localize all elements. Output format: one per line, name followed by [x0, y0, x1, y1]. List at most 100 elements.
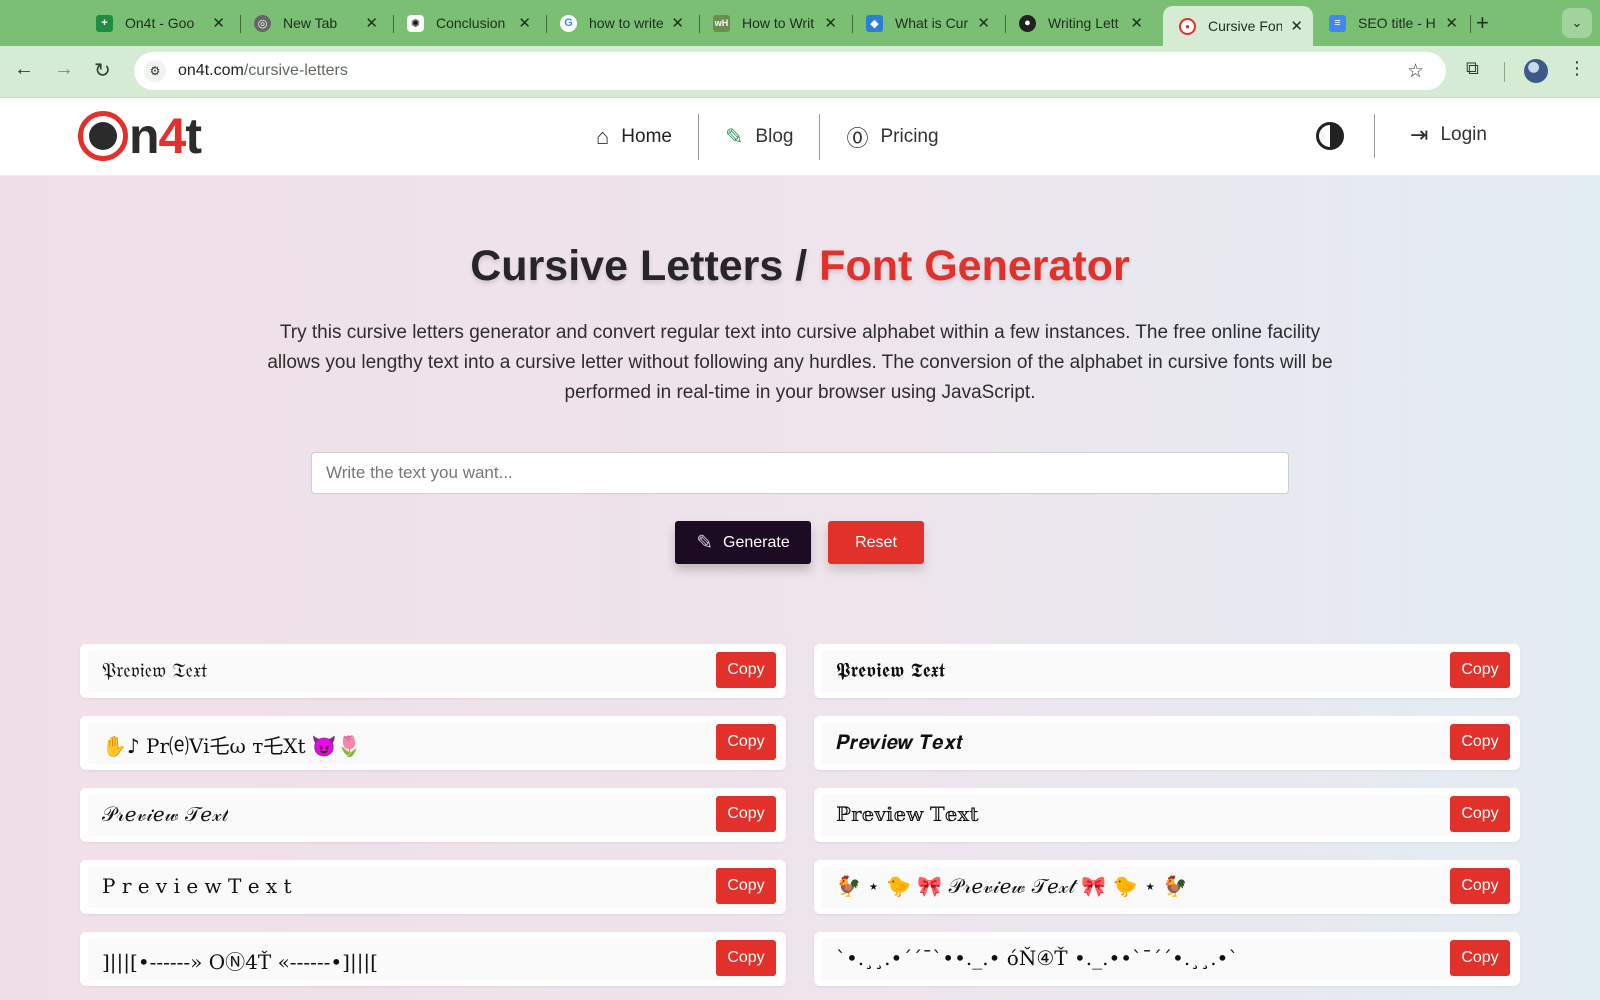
- result-preview-text: ℙ𝕣𝕖𝕧𝕚𝕖𝕨 𝕋𝕖𝕩𝕥: [836, 802, 979, 826]
- close-icon[interactable]: ✕: [1130, 14, 1143, 32]
- copy-button[interactable]: Copy: [716, 796, 776, 832]
- edit-square-icon: ✎: [696, 532, 714, 554]
- result-preview-text: 🐓 ⋆ 🐤 🎀 𝒫𝓇𝑒𝓋𝒾𝑒𝓌 𝒯𝑒𝓍𝓉 🎀 🐤 ⋆ 🐓: [836, 874, 1188, 898]
- result-preview-text: ✋♪ Pr⒠Vi乇ω т乇Xt 😈🌷: [102, 734, 362, 758]
- result-preview-text: 𝕻𝖗𝖊𝖛𝖎𝖊𝖜 𝕿𝖊𝖝𝖙: [836, 658, 945, 682]
- openai-icon: ✺: [407, 14, 424, 32]
- generate-button[interactable]: ✎ Generate: [675, 521, 811, 564]
- result-card: `•.¸¸.•´´¯`••._.• óŇ④Ť •._.••`¯´´•.¸¸.•`…: [814, 932, 1520, 986]
- nav-label: Home: [621, 126, 672, 147]
- reload-icon[interactable]: ↻: [94, 58, 111, 83]
- forward-arrow-icon[interactable]: →: [54, 58, 74, 81]
- close-icon[interactable]: ✕: [671, 14, 684, 32]
- browser-tab[interactable]: ◎ New Tab ✕: [238, 8, 388, 38]
- google-icon: G: [560, 14, 577, 32]
- main-nav: ⌂ Home ✎ Blog ⓪ Pricing: [570, 112, 965, 162]
- result-card: 𝑷𝒓𝒆𝒗𝒊𝒆𝒘 𝑻𝒆𝒙𝒕 Copy: [814, 716, 1520, 770]
- tab-title: Cursive Fon: [1208, 18, 1283, 34]
- browser-tab[interactable]: ◆ What is Cur ✕: [850, 8, 1000, 38]
- logo-ring-icon: [78, 111, 128, 161]
- dollar-coin-icon: ⓪: [846, 126, 869, 151]
- sheets-icon: +: [96, 14, 113, 32]
- text-input[interactable]: [311, 452, 1289, 494]
- docs-icon: ≡: [1329, 14, 1346, 32]
- close-icon[interactable]: ✕: [824, 14, 837, 32]
- browser-toolbar: ← → ↻ ⚙ on4t.com/cursive-letters ☆ ⧉ ⋮: [0, 46, 1600, 98]
- result-card: 𝔓𝔯𝔢𝔳𝔦𝔢𝔴 𝔗𝔢𝔵𝔱 Copy: [80, 644, 786, 698]
- close-icon[interactable]: ✕: [518, 14, 531, 32]
- kebab-menu-icon[interactable]: ⋮: [1568, 58, 1586, 79]
- tab-title: Conclusion: [436, 15, 506, 31]
- logo-text: n: [129, 108, 160, 164]
- copy-button[interactable]: Copy: [716, 868, 776, 904]
- nav-item-home[interactable]: ⌂ Home: [570, 115, 698, 159]
- toolbar-divider: [1504, 62, 1505, 82]
- site-header: n4t ⌂ Home ✎ Blog ⓪ Pricing ⇥ Login: [0, 98, 1600, 176]
- copy-button[interactable]: Copy: [716, 940, 776, 976]
- result-card: 🐓 ⋆ 🐤 🎀 𝒫𝓇𝑒𝓋𝒾𝑒𝓌 𝒯𝑒𝓍𝓉 🎀 🐤 ⋆ 🐓 Copy: [814, 860, 1520, 914]
- extensions-puzzle-icon[interactable]: ⧉: [1466, 58, 1479, 79]
- url-path: /cursive-letters: [243, 62, 348, 79]
- header-divider: [1374, 114, 1375, 158]
- nav-label: Blog: [755, 126, 794, 147]
- result-preview-text: 𝔓𝔯𝔢𝔳𝔦𝔢𝔴 𝔗𝔢𝔵𝔱: [102, 658, 208, 682]
- tab-title: Writing Lett: [1048, 15, 1119, 31]
- copy-button[interactable]: Copy: [1450, 796, 1510, 832]
- new-tab-plus-icon[interactable]: +: [1476, 10, 1489, 36]
- tab-title: SEO title - H: [1358, 15, 1436, 31]
- url-text[interactable]: on4t.com/cursive-letters: [178, 62, 348, 80]
- page-title-accent: Font Generator: [819, 242, 1130, 290]
- copy-button[interactable]: Copy: [716, 652, 776, 688]
- tab-divider: [1470, 15, 1471, 33]
- logo-text: t: [185, 108, 202, 164]
- nav-item-blog[interactable]: ✎ Blog: [699, 115, 819, 159]
- result-preview-text: 𝒫𝓇𝑒𝓋𝒾𝑒𝓌 𝒯𝑒𝓍𝓉: [102, 802, 229, 826]
- result-preview-text: ]|||[•------» OⓃ4Ť «------•]|||[: [102, 950, 378, 974]
- browser-tab[interactable]: G how to write ✕: [544, 8, 694, 38]
- browser-tab[interactable]: ≡ SEO title - H ✕: [1313, 8, 1468, 38]
- close-icon[interactable]: ✕: [1290, 17, 1303, 35]
- theme-toggle-contrast-icon[interactable]: [1310, 116, 1350, 156]
- copy-button[interactable]: Copy: [1450, 724, 1510, 760]
- chrome-icon: ◎: [254, 14, 271, 32]
- page-title: Cursive Letters / Font Generator: [0, 242, 1600, 291]
- result-card: 𝕻𝖗𝖊𝖛𝖎𝖊𝖜 𝕿𝖊𝖝𝖙 Copy: [814, 644, 1520, 698]
- back-arrow-icon[interactable]: ←: [14, 58, 34, 81]
- tab-title: What is Cur: [895, 15, 969, 31]
- profile-avatar[interactable]: [1524, 59, 1548, 83]
- site-settings-icon[interactable]: ⚙: [144, 60, 166, 82]
- reset-button[interactable]: Reset: [828, 521, 924, 564]
- close-icon[interactable]: ✕: [365, 14, 378, 32]
- browser-tab[interactable]: + On4t - Goo ✕: [80, 8, 235, 38]
- result-card: ]|||[•------» OⓃ4Ť «------•]|||[ Copy: [80, 932, 786, 986]
- address-bar[interactable]: ⚙ on4t.com/cursive-letters ☆: [134, 52, 1446, 90]
- close-icon[interactable]: ✕: [977, 14, 990, 32]
- tab-search-chevron-icon[interactable]: ⌄: [1562, 8, 1592, 38]
- logo-text-accent: 4: [158, 108, 187, 164]
- result-card: ℙ𝕣𝕖𝕧𝕚𝕖𝕨 𝕋𝕖𝕩𝕥 Copy: [814, 788, 1520, 842]
- nav-item-pricing[interactable]: ⓪ Pricing: [820, 115, 964, 159]
- browser-tab[interactable]: wH How to Writ ✕: [697, 8, 847, 38]
- close-icon[interactable]: ✕: [1445, 14, 1458, 32]
- copy-button[interactable]: Copy: [716, 724, 776, 760]
- bookmark-star-icon[interactable]: ☆: [1407, 60, 1424, 83]
- login-link[interactable]: ⇥ Login: [1410, 122, 1487, 148]
- browser-tab-bar: + On4t - Goo ✕ ◎ New Tab ✕ ✺ Conclusion …: [0, 0, 1600, 46]
- page-description: Try this cursive letters generator and c…: [267, 322, 1333, 403]
- result-preview-text: P r e v i e w T e x t: [102, 874, 292, 898]
- browser-tab[interactable]: ● Writing Lett ✕: [1003, 8, 1153, 38]
- browser-tab-active[interactable]: ● Cursive Fon ✕: [1163, 6, 1313, 46]
- copy-button[interactable]: Copy: [1450, 652, 1510, 688]
- result-card: 𝒫𝓇𝑒𝓋𝒾𝑒𝓌 𝒯𝑒𝓍𝓉 Copy: [80, 788, 786, 842]
- avatar-icon: ●: [1019, 14, 1036, 32]
- result-preview-text: `•.¸¸.•´´¯`••._.• óŇ④Ť •._.••`¯´´•.¸¸.•`: [836, 946, 1239, 970]
- url-domain: on4t.com: [178, 62, 244, 79]
- browser-tab[interactable]: ✺ Conclusion ✕: [391, 8, 541, 38]
- copy-button[interactable]: Copy: [1450, 940, 1510, 976]
- tab-title: how to write: [589, 15, 664, 31]
- close-icon[interactable]: ✕: [212, 14, 225, 32]
- tab-title: How to Writ: [742, 15, 815, 31]
- copy-button[interactable]: Copy: [1450, 868, 1510, 904]
- on4t-logo[interactable]: n4t: [78, 108, 202, 164]
- login-arrow-icon: ⇥: [1410, 122, 1429, 147]
